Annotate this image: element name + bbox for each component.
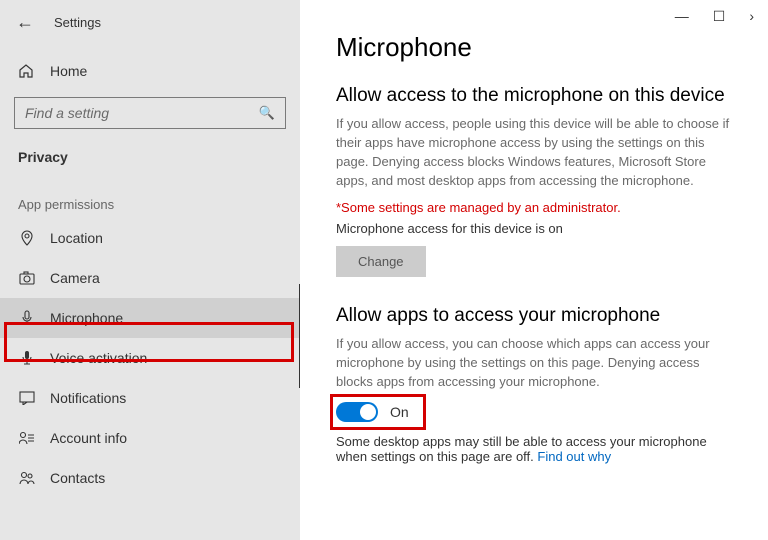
change-button[interactable]: Change (336, 246, 426, 277)
camera-icon (18, 271, 36, 285)
account-icon (18, 431, 36, 445)
notifications-icon (18, 391, 36, 405)
section-description: If you allow access, people using this d… (336, 115, 732, 190)
search-input[interactable] (25, 105, 259, 121)
apps-access-toggle[interactable] (336, 402, 378, 422)
contacts-icon (18, 471, 36, 485)
sidebar-item-contacts[interactable]: Contacts (0, 458, 300, 498)
sidebar-item-camera[interactable]: Camera (0, 258, 300, 298)
window-controls: — ☐ › (675, 8, 754, 25)
more-button[interactable]: › (749, 8, 754, 25)
sidebar-item-label: Camera (50, 270, 100, 286)
device-access-status: Microphone access for this device is on (336, 221, 732, 236)
sidebar-item-voice[interactable]: Voice activation (0, 338, 300, 378)
app-title: Settings (54, 15, 101, 30)
home-icon (18, 63, 36, 79)
maximize-button[interactable]: ☐ (713, 8, 726, 25)
main-content: — ☐ › Microphone Allow access to the mic… (300, 0, 768, 540)
section-privacy: Privacy (0, 137, 300, 173)
titlebar: ← Settings (0, 0, 300, 45)
sidebar-item-label: Voice activation (50, 350, 147, 366)
microphone-icon (18, 310, 36, 326)
sidebar-item-label: Contacts (50, 470, 105, 486)
section-description: If you allow access, you can choose whic… (336, 335, 732, 392)
sidebar-item-label: Microphone (50, 310, 123, 326)
search-icon: 🔍 (259, 105, 275, 121)
sidebar-item-account[interactable]: Account info (0, 418, 300, 458)
home-label: Home (50, 63, 87, 79)
sidebar-item-notifications[interactable]: Notifications (0, 378, 300, 418)
back-icon[interactable]: ← (16, 12, 34, 33)
find-out-why-link[interactable]: Find out why (537, 449, 611, 464)
sidebar-item-microphone[interactable]: Microphone (0, 298, 300, 338)
minimize-button[interactable]: — (675, 8, 689, 25)
location-icon (18, 230, 36, 246)
home-nav[interactable]: Home (0, 53, 300, 89)
sidebar-item-label: Notifications (50, 390, 126, 406)
section-heading: Allow access to the microphone on this d… (336, 85, 732, 107)
search-box[interactable]: 🔍 (14, 97, 286, 129)
sidebar-item-label: Account info (50, 430, 127, 446)
sidebar-item-location[interactable]: Location (0, 218, 300, 258)
page-title: Microphone (336, 32, 732, 63)
subheader-app-permissions: App permissions (0, 173, 300, 218)
admin-note: *Some settings are managed by an adminis… (336, 200, 732, 215)
sidebar: ← Settings Home 🔍 Privacy App permission… (0, 0, 300, 540)
toggle-label: On (390, 404, 409, 420)
section-heading: Allow apps to access your microphone (336, 305, 732, 327)
voice-icon (18, 350, 36, 366)
toggle-row: On (336, 402, 732, 422)
footer-note: Some desktop apps may still be able to a… (336, 434, 732, 464)
sidebar-item-label: Location (50, 230, 103, 246)
